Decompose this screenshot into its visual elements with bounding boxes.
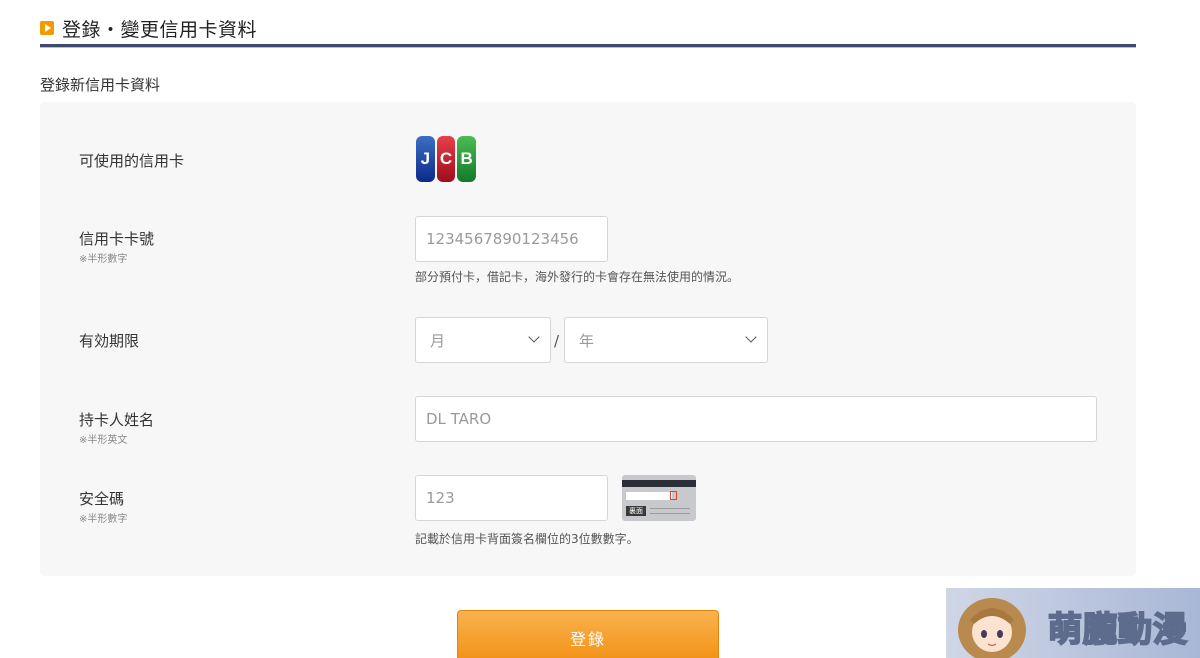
jcb-logo-j: J	[416, 136, 435, 182]
cvv-label: 安全碼	[79, 490, 125, 508]
expiry-month-select[interactable]: 月	[415, 317, 551, 363]
card-text-lines	[650, 508, 690, 514]
card-types-label: 可使用的信用卡	[79, 152, 185, 170]
play-arrow-icon	[40, 21, 54, 35]
signature-strip	[626, 492, 672, 500]
chevron-down-icon	[528, 331, 540, 343]
expiry-label: 有効期限	[79, 332, 140, 350]
cvv-helper: 記載於信用卡背面簽名欄位的3位數數字。	[415, 532, 639, 546]
cvv-input[interactable]: 123	[415, 475, 608, 521]
header-divider	[40, 44, 1136, 48]
card-number-label: 信用卡卡號	[79, 230, 155, 248]
expiry-year-select[interactable]: 年	[564, 317, 768, 363]
expiry-month-value: 月	[430, 331, 446, 350]
expiry-year-value: 年	[579, 331, 595, 350]
chevron-down-icon	[745, 331, 757, 343]
jcb-logo-c: C	[436, 136, 456, 182]
card-number-note: ※半形數字	[79, 254, 128, 265]
jcb-logo-b: B	[457, 136, 477, 182]
anime-character-illustration	[958, 598, 1026, 658]
card-number-input[interactable]: 1234567890123456	[415, 216, 608, 262]
cvv-highlight	[670, 491, 677, 500]
magnetic-stripe	[622, 480, 696, 487]
jcb-logo: J C B	[416, 136, 477, 182]
holder-name-label: 持卡人姓名	[79, 411, 155, 429]
page-title: 登錄・變更信用卡資料	[62, 19, 258, 41]
section-title: 登錄新信用卡資料	[40, 76, 161, 94]
card-back-image: 裏面	[622, 475, 696, 521]
holder-name-input[interactable]: DL TARO	[415, 396, 1097, 442]
holder-name-note: ※半形英文	[79, 435, 128, 446]
expiry-separator: /	[554, 332, 560, 350]
register-button[interactable]: 登錄	[457, 610, 719, 658]
card-back-tag: 裏面	[626, 506, 646, 516]
cvv-note: ※半形數字	[79, 514, 128, 525]
card-number-helper: 部分預付卡，借記卡，海外發行的卡會存在無法使用的情況。	[415, 270, 740, 284]
page-header: 登錄・變更信用卡資料	[40, 14, 1136, 50]
watermark-text: 萌朧動漫	[1047, 609, 1188, 651]
watermark: 萌朧動漫	[946, 588, 1200, 658]
